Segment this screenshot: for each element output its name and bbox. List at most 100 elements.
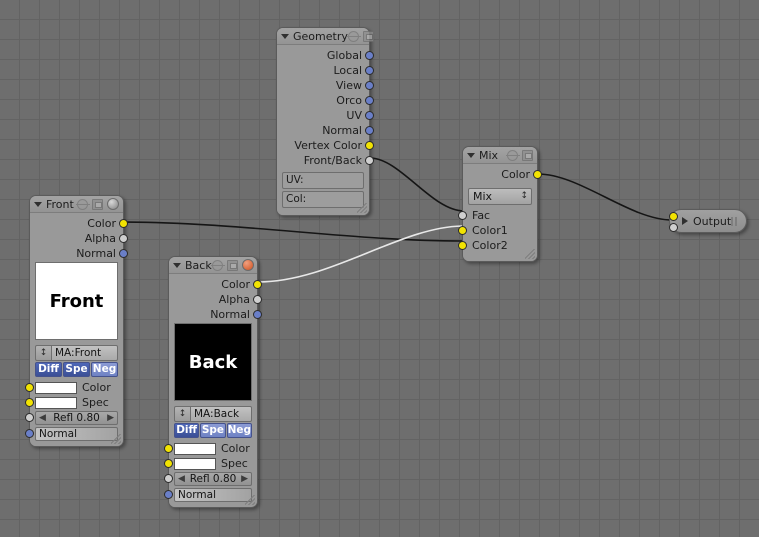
material-preview-image: Front (35, 262, 118, 340)
input-socket-color[interactable] (25, 383, 34, 392)
node-front[interactable]: Front Color Alpha Normal Front ↕ MA:Fron… (25, 195, 128, 447)
input-socket-color1[interactable] (458, 226, 467, 235)
node-back-header[interactable]: Back (169, 257, 257, 274)
input-socket-alpha[interactable] (669, 223, 678, 232)
node-back[interactable]: Back Color Alpha Normal Back ↕ MA:Back D… (164, 256, 262, 508)
toggle-diff[interactable]: Diff (174, 423, 200, 438)
toggle-neg[interactable]: Neg (226, 423, 252, 438)
toggle-spe[interactable]: Spe (63, 362, 90, 377)
output-socket-uv[interactable] (365, 111, 374, 120)
input-row-color: Color (25, 381, 118, 395)
output-socket-normal[interactable] (365, 126, 374, 135)
input-socket-refl[interactable] (164, 474, 173, 483)
collapse-triangle-icon[interactable] (281, 33, 289, 39)
node-icon[interactable] (210, 259, 225, 271)
socket-label-uv: UV (346, 109, 362, 122)
material-name-field[interactable]: MA:Back (191, 406, 252, 422)
input-row-color: Color (164, 442, 252, 456)
node-geometry[interactable]: Geometry Global Local View Orco UV Norma… (276, 27, 374, 216)
output-socket-global[interactable] (365, 51, 374, 60)
input-socket-refl[interactable] (25, 413, 34, 422)
spec-swatch[interactable] (35, 397, 77, 409)
spec-swatch[interactable] (174, 458, 216, 470)
socket-row-color: Color (174, 277, 262, 292)
decrement-arrow-icon[interactable]: ◀ (178, 473, 185, 485)
output-socket-local[interactable] (365, 66, 374, 75)
output-socket-view[interactable] (365, 81, 374, 90)
refl-number-field[interactable]: ◀ Refl 0.80 ▶ (174, 472, 252, 486)
shader-toggle-row: Diff Spe Neg (35, 362, 118, 377)
input-socket-fac[interactable] (458, 211, 467, 220)
color-swatch[interactable] (174, 443, 216, 455)
input-socket-spec[interactable] (25, 398, 34, 407)
input-socket-color[interactable] (669, 212, 678, 221)
increment-arrow-icon[interactable]: ▶ (241, 473, 248, 485)
node-front-header[interactable]: Front (30, 196, 123, 213)
socket-label-global: Global (326, 49, 362, 62)
shader-toggle-row: Diff Spe Neg (174, 423, 252, 438)
normal-button[interactable]: Normal (35, 427, 118, 441)
output-socket-normal[interactable] (119, 249, 128, 258)
socket-row-global: Global (282, 48, 374, 63)
preview-icon[interactable] (92, 198, 103, 210)
node-icon[interactable] (346, 30, 361, 42)
blend-mode-dropdown[interactable]: Mix ↕ (468, 188, 532, 205)
material-browse-icon[interactable]: ↕ (35, 345, 52, 361)
decrement-arrow-icon[interactable]: ◀ (39, 412, 46, 424)
collapse-triangle-icon[interactable] (467, 152, 475, 158)
input-socket-color[interactable] (164, 444, 173, 453)
node-mix-header[interactable]: Mix (463, 147, 537, 164)
material-name-field[interactable]: MA:Front (52, 345, 118, 361)
node-back-title: Back (185, 258, 212, 272)
refl-number-field[interactable]: ◀ Refl 0.80 ▶ (35, 411, 118, 425)
node-mix-title: Mix (479, 148, 499, 162)
collapse-triangle-icon[interactable] (34, 201, 42, 207)
output-socket-color[interactable] (253, 280, 262, 289)
preview-icon[interactable] (362, 30, 374, 42)
output-socket-color[interactable] (533, 170, 542, 179)
output-socket-alpha[interactable] (119, 234, 128, 243)
collapse-triangle-icon[interactable] (173, 262, 181, 268)
uv-field[interactable]: UV: (282, 172, 364, 189)
output-socket-normal[interactable] (253, 310, 262, 319)
material-selector-row[interactable]: ↕ MA:Back (174, 406, 252, 422)
node-editor-canvas[interactable]: Geometry Global Local View Orco UV Norma… (0, 0, 759, 537)
toggle-spe[interactable]: Spe (200, 423, 226, 438)
material-ball-icon[interactable] (241, 259, 254, 271)
node-icon[interactable] (506, 149, 520, 161)
toggle-diff[interactable]: Diff (35, 362, 62, 377)
node-geometry-header[interactable]: Geometry (277, 28, 374, 45)
output-socket-orco[interactable] (365, 96, 374, 105)
socket-row-alpha: Alpha (174, 292, 262, 307)
normal-button[interactable]: Normal (174, 488, 252, 502)
color-swatch[interactable] (35, 382, 77, 394)
col-field[interactable]: Col: (282, 191, 364, 208)
input-socket-normal[interactable] (25, 429, 34, 438)
input-socket-normal[interactable] (164, 490, 173, 499)
toggle-neg[interactable]: Neg (91, 362, 118, 377)
increment-arrow-icon[interactable]: ▶ (107, 412, 114, 424)
socket-label-front-back: Front/Back (303, 154, 362, 167)
node-icon[interactable] (76, 198, 90, 210)
input-socket-color2[interactable] (458, 241, 467, 250)
input-label-spec: Spec (221, 457, 248, 470)
node-output[interactable]: Output (669, 209, 747, 233)
node-mix[interactable]: Mix Color Mix ↕ Fac Color1 Color2 (458, 146, 542, 262)
material-browse-icon[interactable]: ↕ (174, 406, 191, 422)
socket-label-color: Color (87, 217, 116, 230)
input-socket-spec[interactable] (164, 459, 173, 468)
expand-triangle-icon[interactable] (682, 217, 688, 225)
resize-grip-icon[interactable] (731, 216, 737, 226)
material-selector-row[interactable]: ↕ MA:Front (35, 345, 118, 361)
preview-icon[interactable] (522, 149, 533, 161)
output-socket-vertex-color[interactable] (365, 141, 374, 150)
output-socket-alpha[interactable] (253, 295, 262, 304)
output-socket-color[interactable] (119, 219, 128, 228)
link-mix-to-output (537, 173, 673, 221)
input-label-color: Color (221, 442, 250, 455)
socket-row-normal: Normal (35, 246, 128, 261)
output-socket-front-back[interactable] (365, 156, 374, 165)
material-ball-icon[interactable] (107, 198, 119, 210)
node-back-body: Color Alpha Normal Back ↕ MA:Back Diff S… (164, 274, 262, 507)
preview-icon[interactable] (226, 259, 238, 271)
